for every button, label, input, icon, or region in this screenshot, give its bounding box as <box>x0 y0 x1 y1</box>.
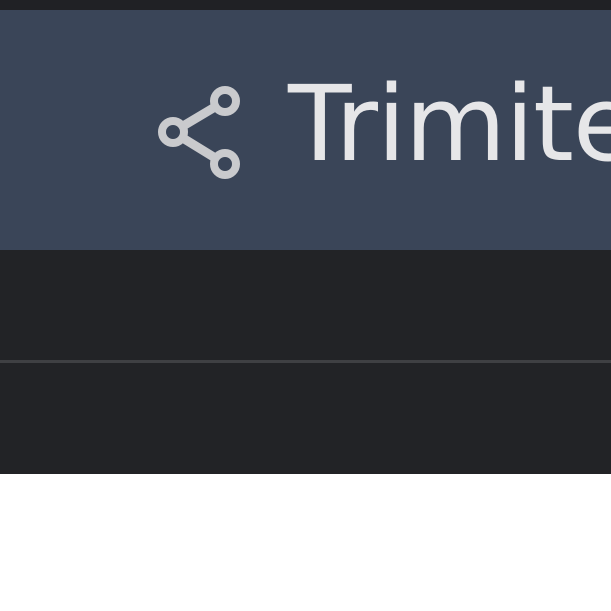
share-bar: Trimite <box>0 10 611 250</box>
share-button[interactable]: Trimite <box>150 65 611 195</box>
share-label: Trimite <box>288 63 611 185</box>
dark-panel <box>0 250 611 474</box>
screen: Trimite <box>0 0 611 611</box>
divider <box>0 360 611 363</box>
top-strip <box>0 0 611 10</box>
share-icon <box>150 75 250 185</box>
